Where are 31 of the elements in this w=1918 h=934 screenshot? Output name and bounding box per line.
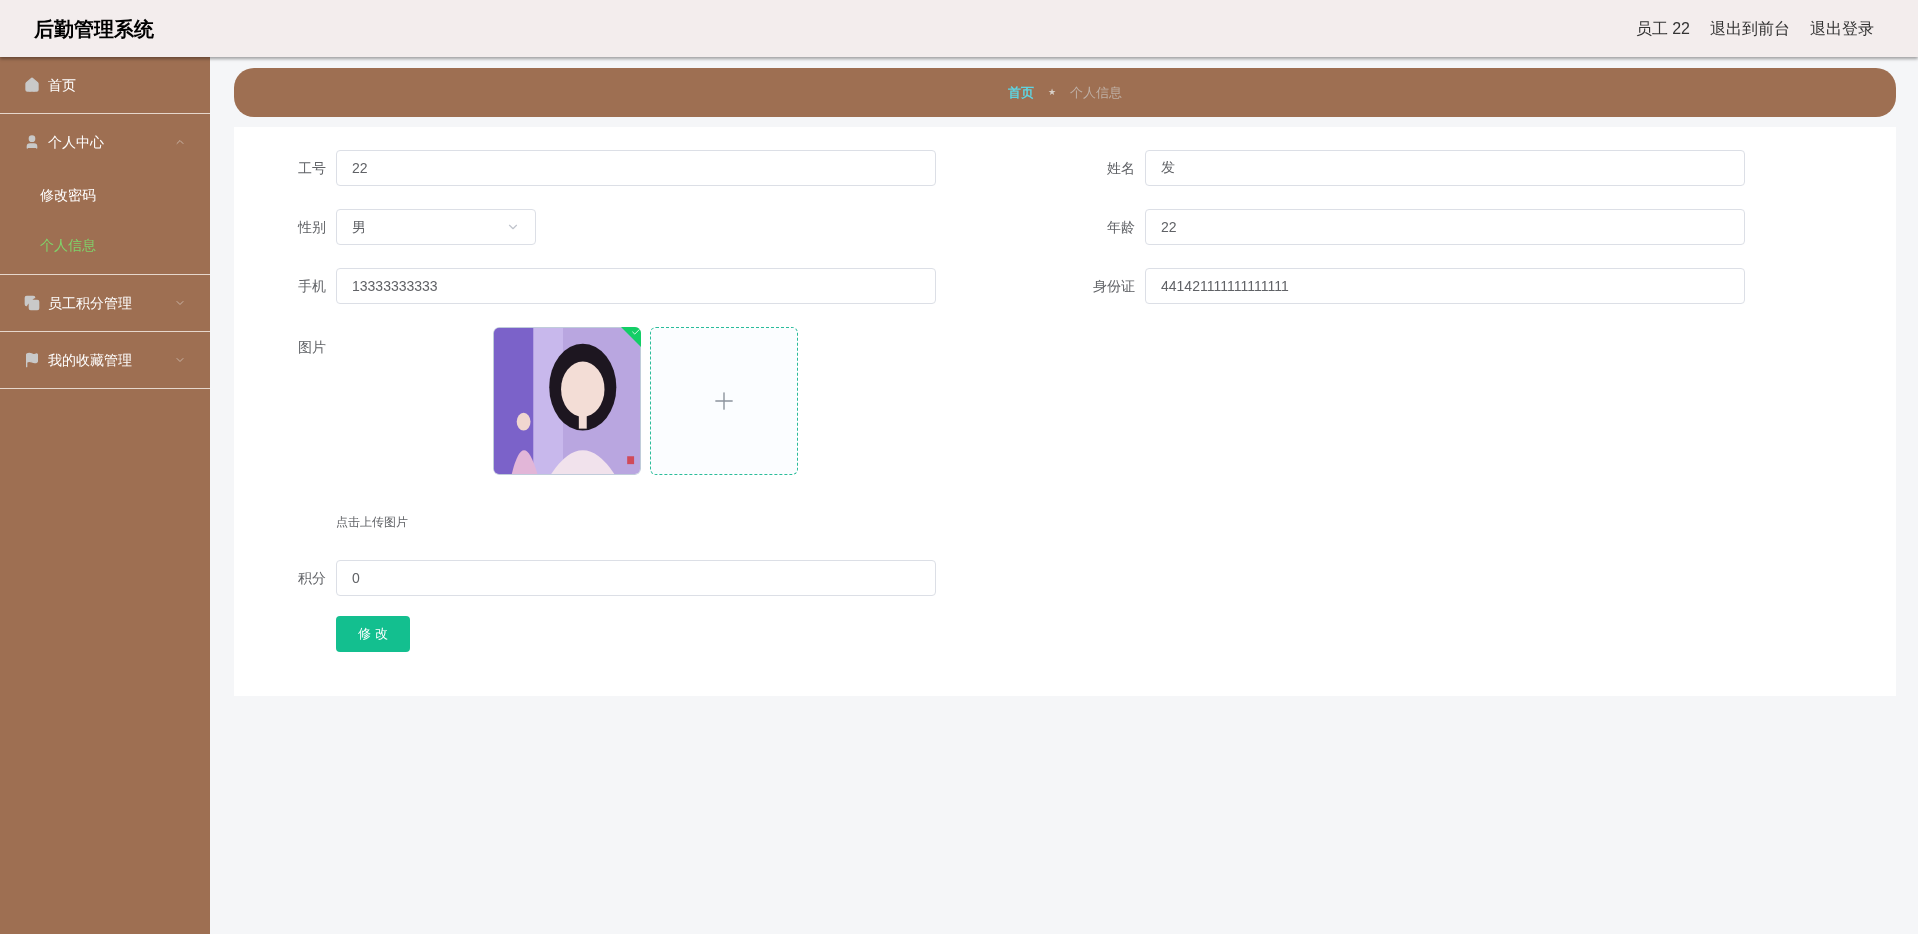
flag-icon [24,352,40,368]
star-icon: ★ [1048,85,1056,100]
field-label: 积分 [297,568,327,588]
input-field[interactable]: 0 [336,560,936,596]
input-field[interactable]: 13333333333 [336,268,936,304]
field-label: 身份证 [1092,276,1136,296]
header-link[interactable]: 退出到前台 [1710,16,1790,41]
copy-icon [24,295,40,311]
field-label: 性别 [296,217,327,237]
field-label: 姓名 [1106,158,1136,178]
field-label: 手机 [297,276,327,296]
field-label: 图片 [297,338,327,357]
gender-select[interactable]: 男 [336,209,536,245]
menu-item[interactable]: 首页 [0,57,210,113]
input-field[interactable]: 22 [336,150,936,186]
menu-item[interactable]: 我的收藏管理 [0,332,210,388]
app-title: 后勤管理系统 [34,16,154,42]
submenu-item[interactable]: 修改密码 [0,170,210,220]
menu-item[interactable]: 员工积分管理 [0,275,210,331]
header-link[interactable]: 退出登录 [1810,16,1874,41]
upload-hint: 点击上传图片 [336,514,409,531]
input-field[interactable]: 22 [1145,209,1745,245]
menu-item[interactable]: 个人中心 [0,114,210,170]
home-icon [24,77,40,93]
header-link[interactable]: 员工 22 [1635,16,1690,41]
user-icon [24,134,40,150]
field-label: 工号 [297,158,327,178]
upload-button[interactable] [650,327,798,475]
input-field[interactable]: 发 [1145,150,1745,186]
field-label: 年龄 [1106,217,1136,237]
input-field[interactable]: 441421111111111111 [1145,268,1745,304]
